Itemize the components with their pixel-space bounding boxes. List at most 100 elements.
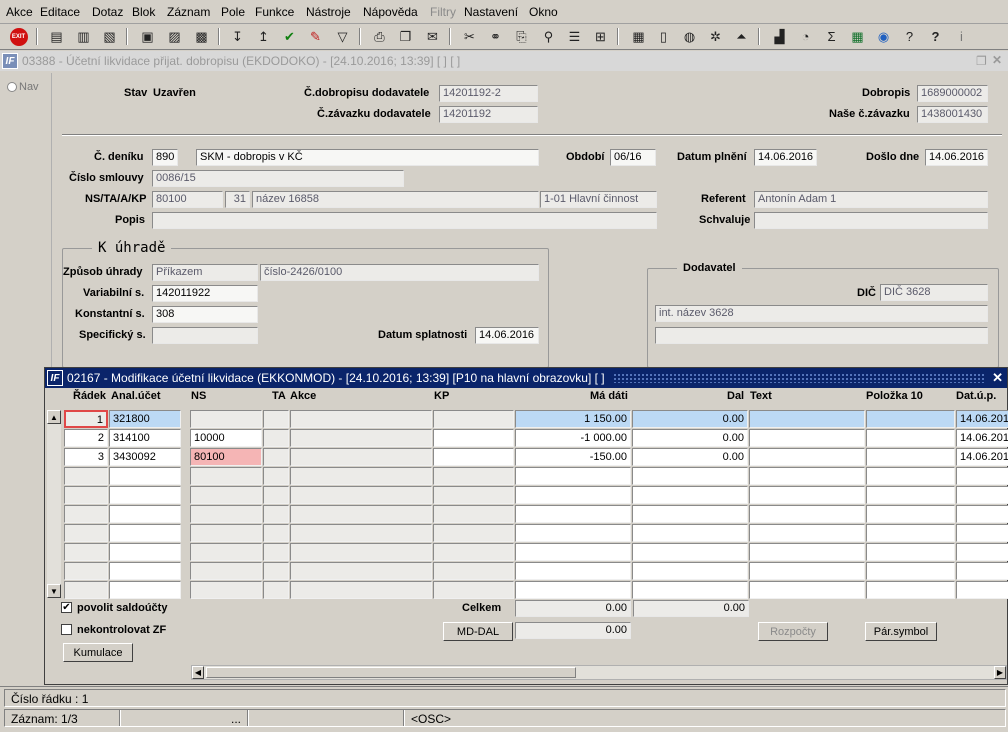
menu-editace[interactable]: Editace xyxy=(40,5,80,19)
cell-radek[interactable] xyxy=(64,543,108,561)
c-deniku-field[interactable]: 890 xyxy=(152,149,178,166)
dobropis-field[interactable]: 1689000002 xyxy=(917,85,988,102)
cell-akce[interactable] xyxy=(290,410,432,428)
cell-ma-dati[interactable]: 1 150.00 xyxy=(515,410,631,428)
page-icon[interactable]: ▦ xyxy=(629,27,648,46)
cell-ns[interactable] xyxy=(190,562,262,580)
cell-ma-dati[interactable] xyxy=(515,467,631,485)
kumulace-button[interactable]: Kumulace xyxy=(63,643,133,662)
whats-this-icon[interactable]: ? xyxy=(926,27,945,46)
cell-dat[interactable]: 14.06.2016 xyxy=(956,410,1008,428)
hscroll-thumb[interactable] xyxy=(206,667,576,678)
cell-ta[interactable] xyxy=(263,448,289,466)
celkem-dal-field[interactable]: 0.00 xyxy=(633,600,749,617)
excel-icon[interactable]: ▦ xyxy=(848,27,867,46)
cell-text[interactable] xyxy=(749,562,865,580)
variabilni-field[interactable]: 142011922 xyxy=(152,285,258,302)
cell-radek[interactable] xyxy=(64,505,108,523)
cell-kp[interactable] xyxy=(433,410,514,428)
folder-icon[interactable]: ▣ xyxy=(138,27,157,46)
cell-akce[interactable] xyxy=(290,562,432,580)
cell-anal[interactable] xyxy=(109,581,181,599)
cell-kp[interactable] xyxy=(433,467,514,485)
scissors-icon[interactable]: ✂ xyxy=(460,27,479,46)
menu-okno[interactable]: Okno xyxy=(529,5,558,19)
folder-delete-icon[interactable]: ▩ xyxy=(192,27,211,46)
cell-radek[interactable]: 3 xyxy=(64,448,108,466)
cell-polozka[interactable] xyxy=(866,486,955,504)
cell-kp[interactable] xyxy=(433,543,514,561)
cell-text[interactable] xyxy=(749,524,865,542)
cell-text[interactable] xyxy=(749,486,865,504)
ta-field[interactable]: 31 xyxy=(225,191,250,208)
cell-ns[interactable]: 80100 xyxy=(190,448,262,466)
cell-akce[interactable] xyxy=(290,505,432,523)
disk-icon[interactable]: ▯ xyxy=(654,27,673,46)
cell-dat[interactable] xyxy=(956,505,1008,523)
cell-polozka[interactable] xyxy=(866,581,955,599)
cell-radek[interactable] xyxy=(64,562,108,580)
cell-kp[interactable] xyxy=(433,562,514,580)
cell-ta[interactable] xyxy=(263,524,289,542)
print-icon[interactable]: ⎙ xyxy=(370,27,389,46)
help-icon[interactable]: ? xyxy=(900,27,919,46)
cell-ma-dati[interactable] xyxy=(515,581,631,599)
cell-ns[interactable] xyxy=(190,410,262,428)
cell-dat[interactable] xyxy=(956,581,1008,599)
menu-nastroje[interactable]: Nástroje xyxy=(306,5,351,19)
cell-anal[interactable] xyxy=(109,524,181,542)
cell-ns[interactable] xyxy=(190,543,262,561)
ta-name-field[interactable]: název 16858 xyxy=(252,191,539,208)
scroll-right-icon[interactable]: ▶ xyxy=(994,666,1006,679)
schvaluje-field[interactable] xyxy=(754,212,988,229)
cell-akce[interactable] xyxy=(290,581,432,599)
cell-kp[interactable] xyxy=(433,505,514,523)
c-zavazku-field[interactable]: 14201192 xyxy=(439,106,538,123)
cell-kp[interactable] xyxy=(433,524,514,542)
zpusob-uhrady-detail-field[interactable]: číslo-2426/0100 xyxy=(260,264,539,281)
cell-ma-dati[interactable] xyxy=(515,524,631,542)
menu-blok[interactable]: Blok xyxy=(132,5,155,19)
grid-vscroll[interactable]: ▲ ▼ xyxy=(47,410,61,598)
globe-icon[interactable]: ◍ xyxy=(680,27,699,46)
c-deniku-name-field[interactable]: SKM - dobropis v KČ xyxy=(196,149,539,166)
wrench-icon[interactable]: ✎ xyxy=(306,27,325,46)
cell-anal[interactable]: 321800 xyxy=(109,410,181,428)
cell-text[interactable] xyxy=(749,505,865,523)
specificky-field[interactable] xyxy=(152,327,258,344)
cell-polozka[interactable] xyxy=(866,429,955,447)
cell-akce[interactable] xyxy=(290,486,432,504)
doslo-dne-field[interactable]: 14.06.2016 xyxy=(925,149,988,166)
cell-polozka[interactable] xyxy=(866,562,955,580)
cell-polozka[interactable] xyxy=(866,543,955,561)
menu-filtry[interactable]: Filtry xyxy=(430,5,456,19)
cell-ma-dati[interactable]: -150.00 xyxy=(515,448,631,466)
cell-dal[interactable] xyxy=(632,562,748,580)
nekontrolovat-checkbox[interactable] xyxy=(61,624,72,635)
obdobi-field[interactable]: 06/16 xyxy=(610,149,656,166)
delete-record-icon[interactable]: ▧ xyxy=(100,27,119,46)
menu-zaznam[interactable]: Záznam xyxy=(167,5,210,19)
info-icon[interactable]: i xyxy=(952,27,971,46)
clock-icon[interactable]: ◔ xyxy=(796,27,815,46)
cell-ta[interactable] xyxy=(263,543,289,561)
sort-ascending-icon[interactable]: ↧ xyxy=(228,27,247,46)
ns-field[interactable]: 80100 xyxy=(152,191,223,208)
cell-anal[interactable]: 314100 xyxy=(109,429,181,447)
menu-nastaveni[interactable]: Nastavení xyxy=(464,5,518,19)
cell-text[interactable] xyxy=(749,410,865,428)
world-icon[interactable]: ◉ xyxy=(874,27,893,46)
kp-field[interactable]: 1-01 Hlavní činnost xyxy=(540,191,657,208)
chart-icon[interactable]: ⏶ xyxy=(732,27,751,46)
cell-kp[interactable] xyxy=(433,448,514,466)
cell-text[interactable] xyxy=(749,448,865,466)
cell-ma-dati[interactable] xyxy=(515,562,631,580)
cell-kp[interactable] xyxy=(433,429,514,447)
cell-dat[interactable] xyxy=(956,467,1008,485)
cell-polozka[interactable] xyxy=(866,467,955,485)
exit-icon[interactable]: EXIT xyxy=(9,27,28,46)
cell-ta[interactable] xyxy=(263,505,289,523)
cell-ta[interactable] xyxy=(263,410,289,428)
c-dobropisu-field[interactable]: 14201192-2 xyxy=(439,85,538,102)
cell-ta[interactable] xyxy=(263,562,289,580)
